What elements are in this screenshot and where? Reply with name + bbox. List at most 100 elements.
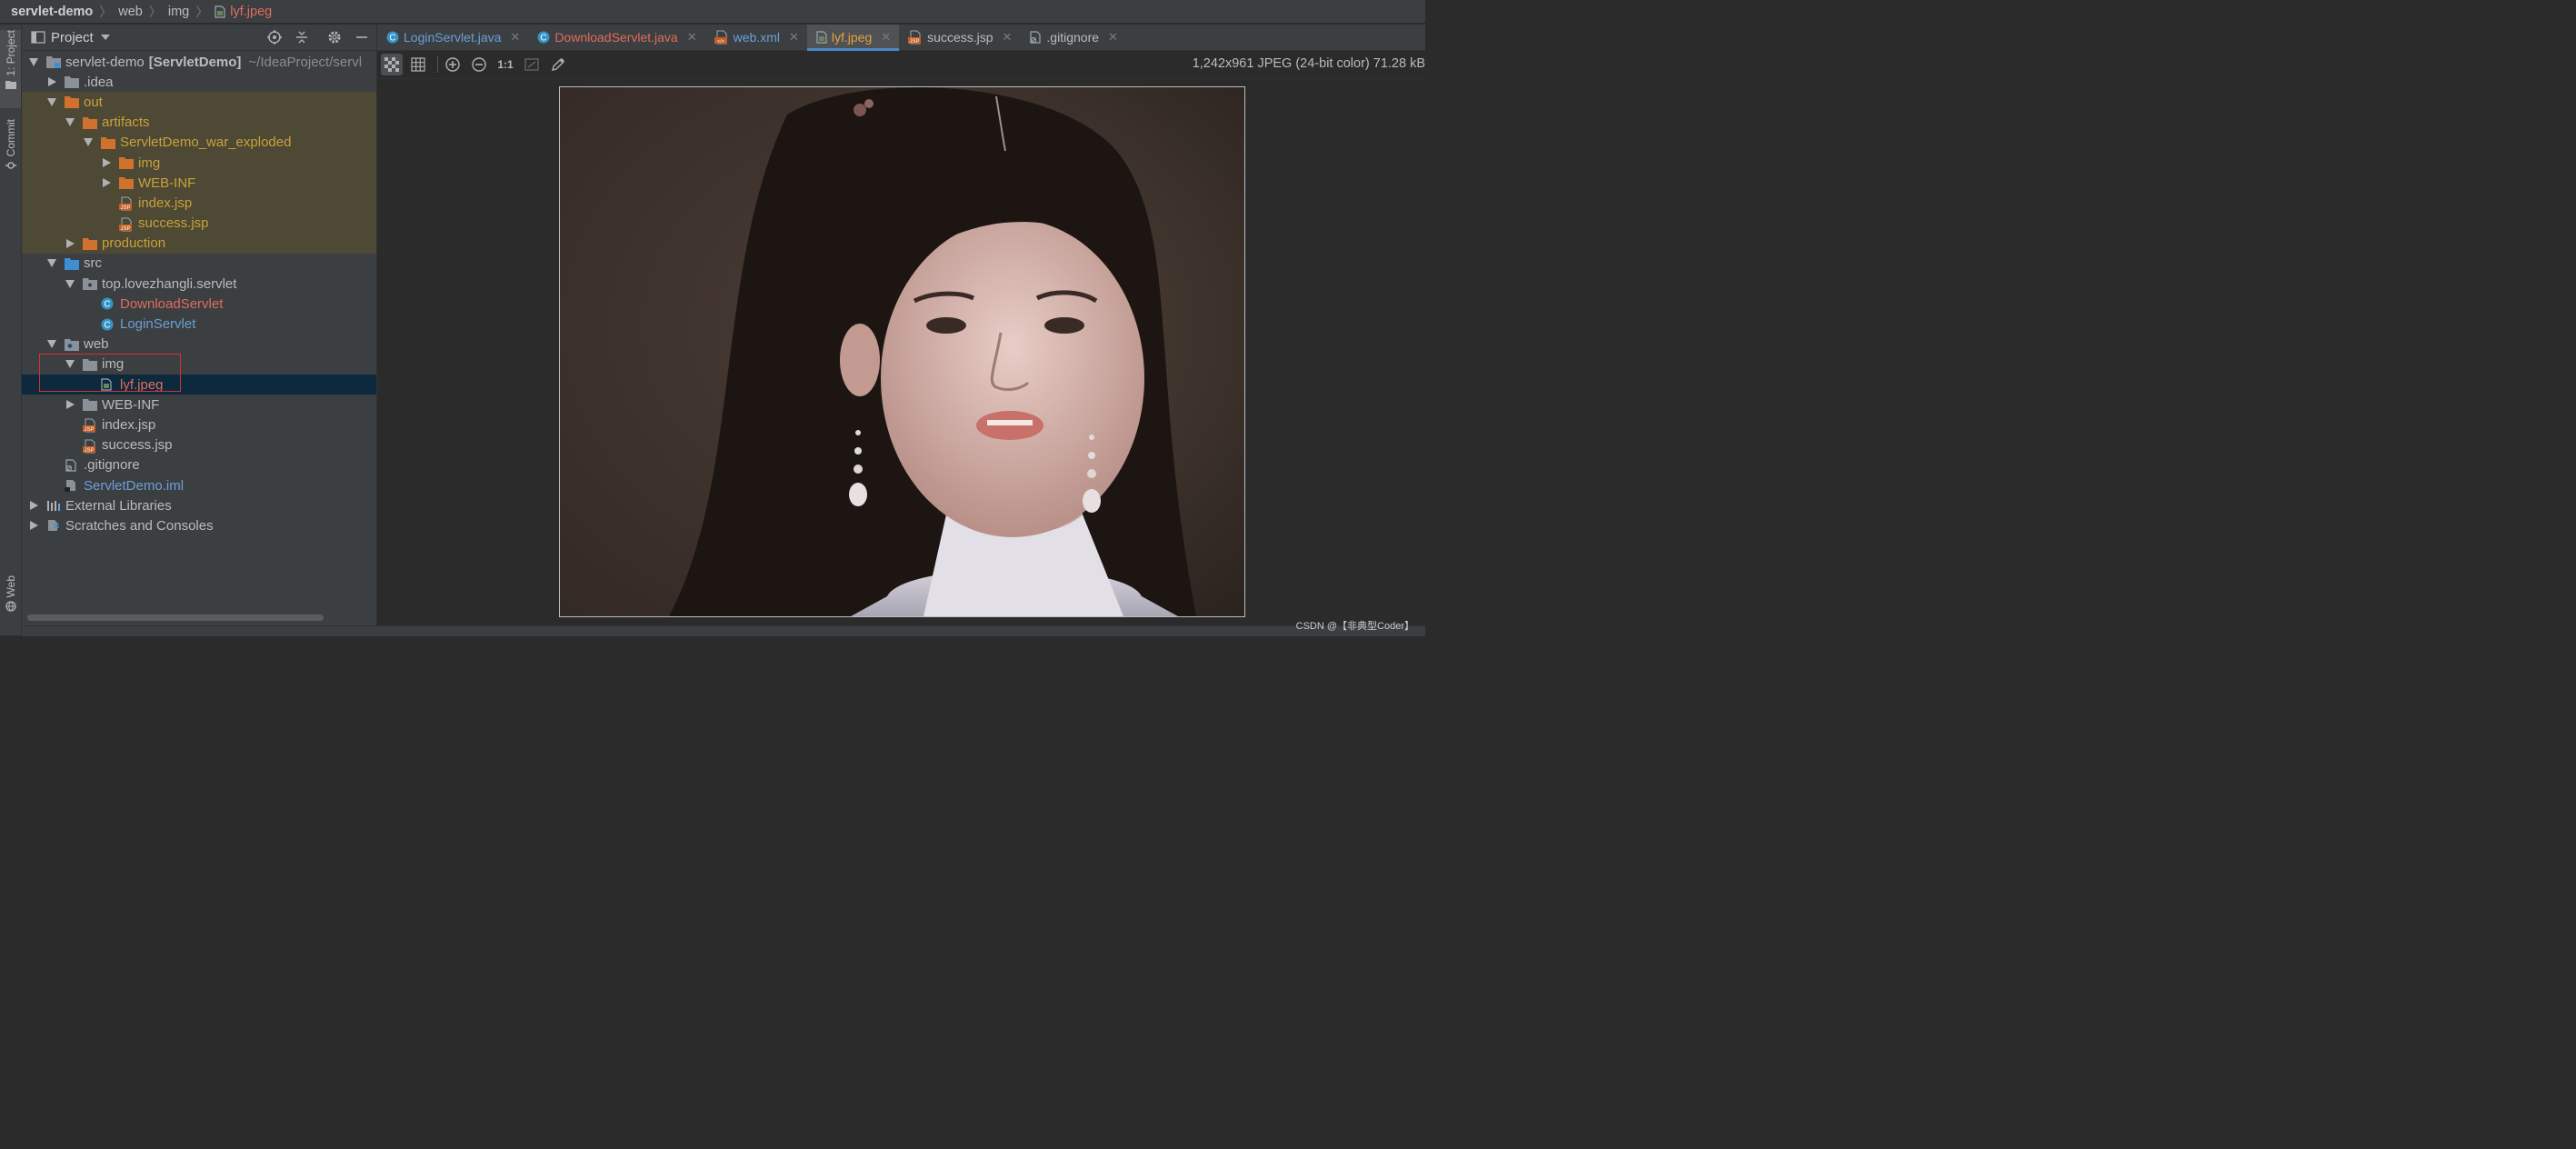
web-tool-tab[interactable]: Web [0, 575, 21, 621]
project-tool-tab[interactable]: 1: Project [0, 30, 21, 108]
tree-row[interactable]: ServletDemo.iml [22, 475, 376, 495]
tree-row-label: src [84, 255, 102, 272]
tree-expanded-arrow-icon[interactable] [29, 57, 38, 66]
tree-row[interactable]: C DownloadServlet [22, 294, 376, 314]
fit-zoom-button[interactable] [521, 54, 543, 75]
tree-expanded-arrow-icon[interactable] [47, 97, 56, 106]
tree-row[interactable]: ServletDemo_war_exploded [22, 132, 376, 153]
locate-file-button[interactable] [265, 28, 284, 46]
breadcrumb-separator: 〉 [148, 4, 162, 19]
actual-size-button[interactable]: 1:1 [494, 54, 516, 75]
module-path-label: ~/IdeaProject/servl [248, 54, 363, 70]
breadcrumb-item-file[interactable]: lyf.jpeg [215, 5, 272, 19]
tree-row-label: out [84, 94, 103, 110]
commit-icon [5, 162, 16, 170]
tree-row[interactable]: WEB-INF [22, 173, 376, 194]
tree-row[interactable]: JSP success.jsp [22, 213, 376, 234]
eyedropper-icon [552, 58, 564, 71]
java-class-icon: C [386, 31, 399, 44]
tree-collapsed-arrow-icon[interactable] [65, 238, 75, 248]
jsp-file-icon: JSP [83, 439, 97, 454]
breadcrumb-item-img[interactable]: img [168, 5, 189, 19]
tree-row[interactable]: JSP index.jsp [22, 415, 376, 435]
image-file-icon [816, 31, 827, 44]
zoom-in-button[interactable] [442, 54, 464, 75]
tree-expanded-arrow-icon[interactable] [84, 138, 93, 147]
java-class-icon: C [101, 318, 115, 331]
chevron-down-icon[interactable] [100, 34, 110, 41]
collapse-all-button[interactable] [293, 28, 311, 46]
editor-tab[interactable]: JSP success.jsp ✕ [899, 25, 1020, 50]
commit-tool-tab[interactable]: Commit [0, 119, 21, 185]
grid-toggle-button[interactable] [407, 54, 429, 75]
web-folder-icon [65, 338, 79, 351]
libraries-icon [46, 499, 61, 512]
tree-row[interactable]: img [22, 152, 376, 174]
tree-row[interactable]: JSP success.jsp [22, 435, 376, 455]
tree-collapsed-arrow-icon[interactable] [102, 178, 111, 188]
tree-row[interactable]: src [22, 254, 376, 274]
tree-row[interactable]: top.lovezhangli.servlet [22, 274, 376, 294]
close-icon[interactable]: ✕ [687, 30, 697, 45]
commit-tool-label: Commit [4, 119, 17, 157]
tree-expanded-arrow-icon[interactable] [65, 118, 75, 127]
tree-row-label: success.jsp [102, 437, 173, 454]
tree-row[interactable]: C LoginServlet [22, 314, 376, 334]
tree-expanded-arrow-icon[interactable] [47, 340, 56, 349]
tree-row[interactable]: web [22, 335, 376, 355]
tool-window-strip: 1: Project Commit Web [0, 25, 22, 635]
svg-text:</>: </> [717, 39, 724, 45]
tree-collapsed-arrow-icon[interactable] [29, 521, 38, 531]
tree-row[interactable]: .gitignore [22, 455, 376, 475]
toolbar-separator [437, 56, 438, 73]
horizontal-scrollbar[interactable] [27, 614, 324, 621]
editor-tab-label: LoginServlet.java [404, 30, 502, 45]
tree-collapsed-arrow-icon[interactable] [65, 400, 75, 410]
editor-area: C LoginServlet.java ✕ C DownloadServlet.java… [377, 25, 1425, 635]
hide-panel-button[interactable] [353, 28, 371, 46]
close-icon[interactable]: ✕ [1003, 30, 1013, 45]
folder-orange-icon [119, 176, 134, 190]
tree-row[interactable]: External Libraries [22, 495, 376, 515]
tree-row[interactable]: JSP index.jsp [22, 193, 376, 214]
settings-button[interactable] [325, 28, 344, 46]
chessboard-toggle-button[interactable] [381, 54, 403, 75]
tree-row[interactable]: out [22, 92, 376, 113]
close-icon[interactable]: ✕ [510, 30, 520, 45]
tree-row[interactable]: production [22, 233, 376, 254]
editor-tab[interactable]: C LoginServlet.java ✕ [377, 25, 528, 50]
tree-row-label: index.jsp [138, 195, 193, 211]
project-view-title[interactable]: Project [51, 30, 94, 45]
editor-tab[interactable]: .gitignore ✕ [1020, 25, 1126, 50]
close-icon[interactable]: ✕ [789, 30, 799, 45]
tree-expanded-arrow-icon[interactable] [47, 259, 56, 268]
zoom-out-button[interactable] [468, 54, 490, 75]
breadcrumb-item-web[interactable]: web [118, 5, 143, 19]
tree-collapsed-arrow-icon[interactable] [102, 158, 111, 168]
tree-expanded-arrow-icon[interactable] [65, 279, 75, 288]
project-panel-header: Project [22, 25, 376, 51]
close-icon[interactable]: ✕ [1108, 30, 1118, 45]
tree-row[interactable]: artifacts [22, 112, 376, 133]
folder-orange-icon [83, 116, 97, 129]
color-picker-button[interactable] [547, 54, 569, 75]
globe-icon [5, 601, 16, 613]
java-class-icon: C [537, 31, 550, 44]
editor-tab[interactable]: C DownloadServlet.java ✕ [528, 25, 704, 50]
package-icon [83, 277, 97, 291]
svg-text:JSP: JSP [120, 226, 130, 232]
tree-collapsed-arrow-icon[interactable] [29, 501, 38, 511]
tree-collapsed-arrow-icon[interactable] [47, 77, 56, 87]
close-icon[interactable]: ✕ [881, 30, 891, 45]
editor-tab[interactable]: lyf.jpeg ✕ [806, 25, 900, 51]
breadcrumb-item-project[interactable]: servlet-demo [11, 5, 93, 19]
tree-row[interactable]: WEB-INF [22, 395, 376, 415]
editor-tab[interactable]: </> web.xml ✕ [705, 25, 807, 50]
tree-row[interactable]: .idea [22, 72, 376, 92]
tree-row-label: Scratches and Consoles [65, 517, 214, 534]
svg-text:JSP: JSP [84, 427, 94, 433]
folder-orange-icon [101, 136, 115, 149]
tree-row-label: servlet-demo [65, 54, 145, 70]
tree-row[interactable]: Scratches and Consoles [22, 515, 376, 535]
tree-row[interactable]: servlet-demo [ServletDemo] ~/IdeaProject/s… [22, 52, 376, 72]
